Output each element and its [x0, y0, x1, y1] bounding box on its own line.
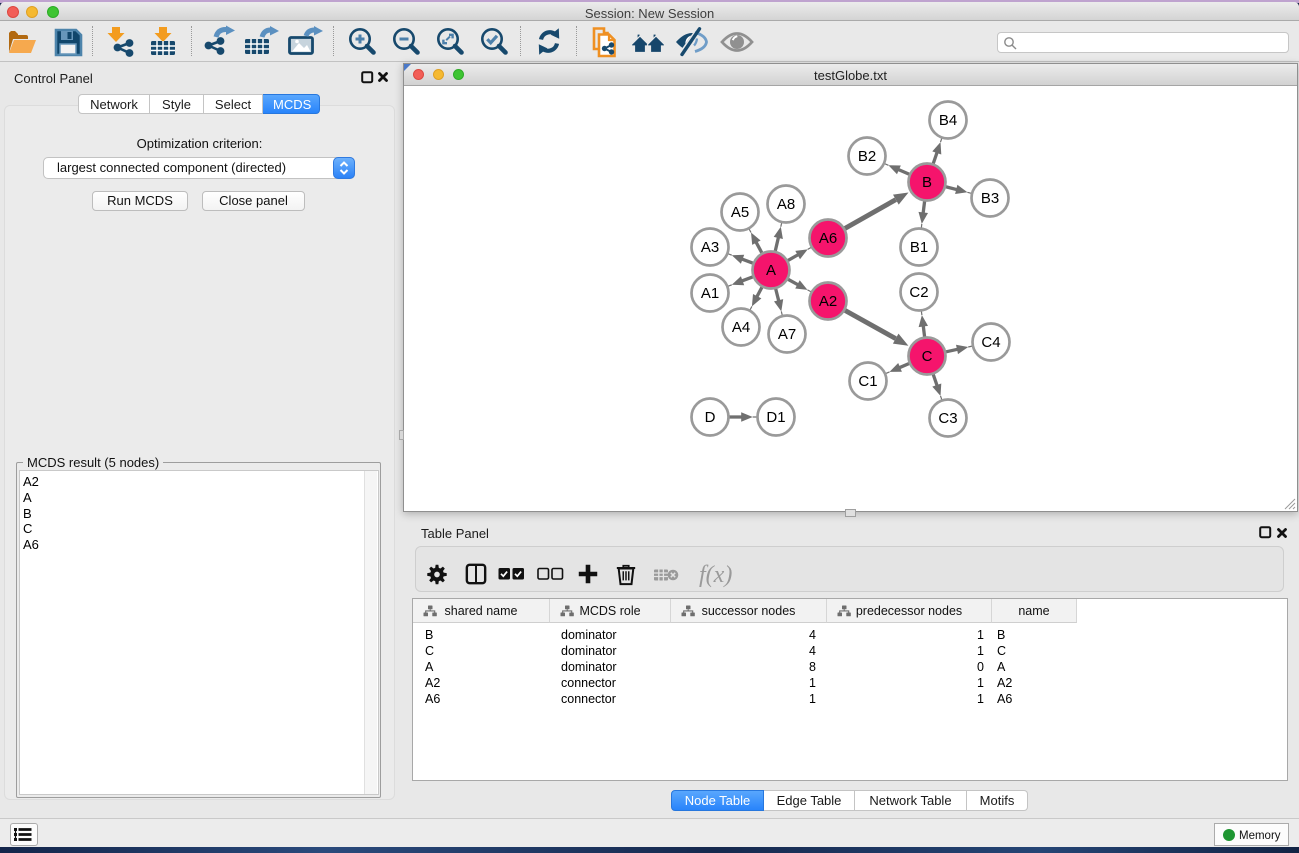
svg-text:C: C	[922, 348, 933, 365]
svg-text:A: A	[766, 262, 776, 279]
svg-text:A5: A5	[731, 204, 749, 221]
svg-text:B2: B2	[858, 148, 876, 165]
svg-text:A1: A1	[701, 285, 719, 302]
svg-text:C4: C4	[981, 334, 1000, 351]
svg-text:B3: B3	[981, 190, 999, 207]
svg-text:A7: A7	[778, 326, 796, 343]
svg-text:A6: A6	[819, 230, 837, 247]
svg-text:B1: B1	[910, 239, 928, 256]
svg-text:A4: A4	[732, 319, 750, 336]
svg-text:D1: D1	[766, 409, 785, 426]
svg-text:C3: C3	[938, 410, 957, 427]
svg-text:D: D	[705, 409, 716, 426]
svg-text:B: B	[922, 174, 932, 191]
svg-text:C1: C1	[858, 373, 877, 390]
svg-text:B4: B4	[939, 112, 957, 129]
svg-text:A8: A8	[777, 196, 795, 213]
svg-text:C2: C2	[909, 284, 928, 301]
svg-text:A3: A3	[701, 239, 719, 256]
svg-text:A2: A2	[819, 293, 837, 310]
